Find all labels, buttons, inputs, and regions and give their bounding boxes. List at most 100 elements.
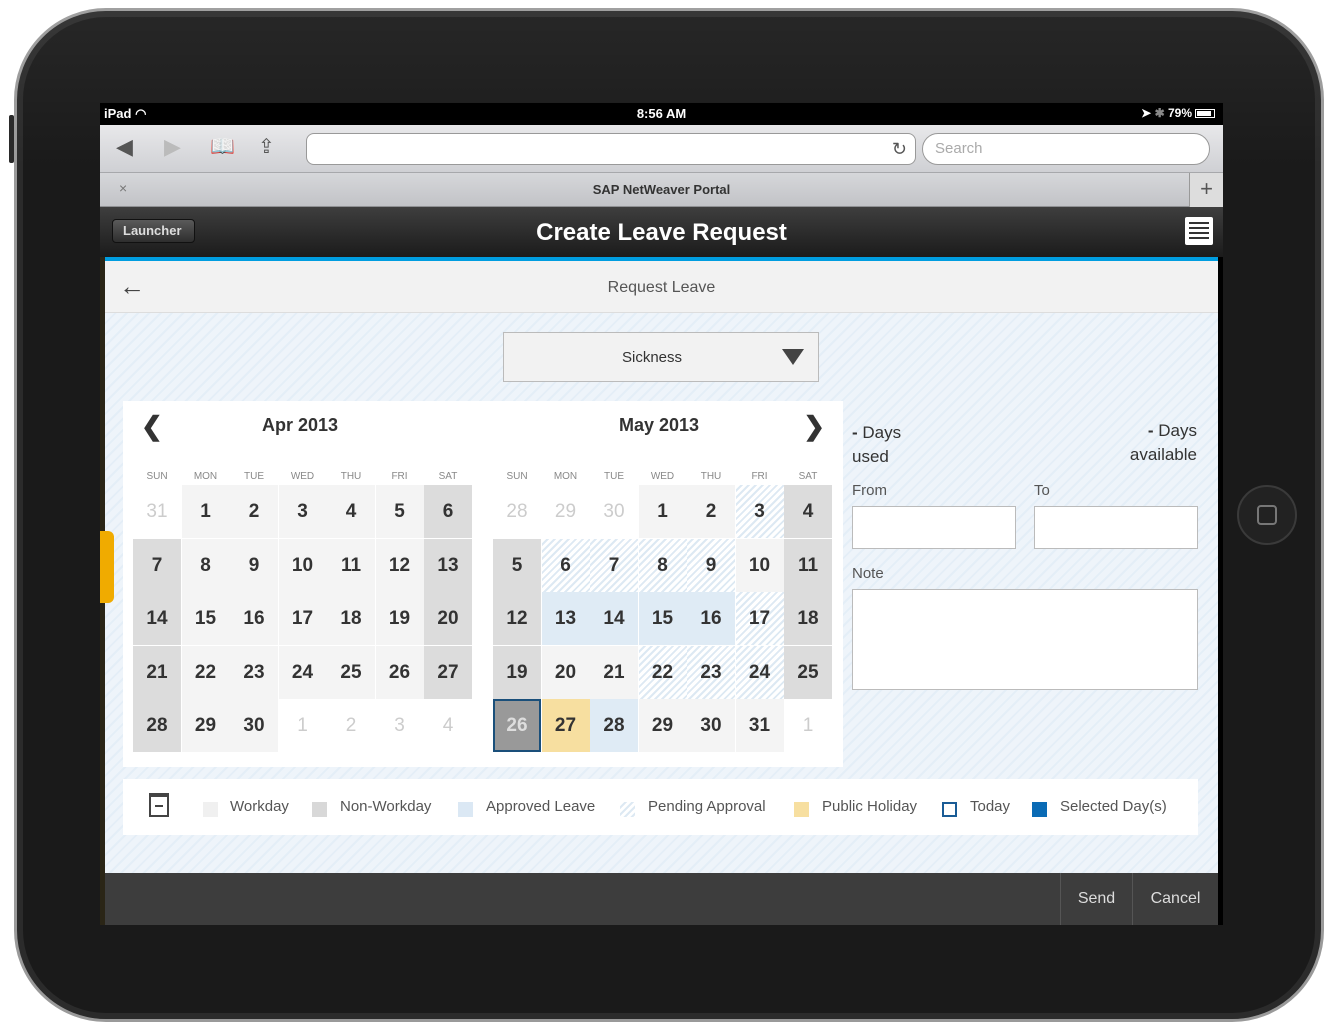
- home-button-icon[interactable]: [1237, 485, 1297, 545]
- calendar-day[interactable]: 10: [278, 538, 327, 592]
- calendar-day[interactable]: 12: [493, 592, 541, 645]
- calendar-day[interactable]: 30: [230, 699, 278, 752]
- calendar-day[interactable]: 5: [375, 485, 424, 538]
- calendar-day[interactable]: 25: [784, 645, 832, 699]
- calendar-day[interactable]: 28: [133, 699, 181, 752]
- calendar-day[interactable]: 20: [541, 645, 590, 699]
- subheader: ← Request Leave: [105, 257, 1218, 313]
- calendar-day[interactable]: 11: [327, 538, 375, 592]
- calendar-day[interactable]: 19: [375, 592, 424, 645]
- calendar-day[interactable]: 1: [638, 485, 687, 538]
- next-month-icon[interactable]: ❯: [803, 411, 825, 442]
- calendar-day[interactable]: 26: [375, 645, 424, 699]
- calendar-day[interactable]: 22: [181, 645, 230, 699]
- calendar-day[interactable]: 3: [375, 699, 424, 752]
- weekday-header: SUN: [506, 471, 528, 482]
- calendar-day[interactable]: 10: [735, 538, 784, 592]
- calendar-day[interactable]: 16: [687, 592, 735, 645]
- calendar-day[interactable]: 20: [424, 592, 472, 645]
- calendar-day[interactable]: 2: [230, 485, 278, 538]
- calendar-day[interactable]: 30: [687, 699, 735, 752]
- calendar-day[interactable]: 8: [638, 538, 687, 592]
- calendar-day[interactable]: 3: [735, 485, 784, 538]
- calendar-day[interactable]: 19: [493, 645, 541, 699]
- calendar-day[interactable]: 14: [133, 592, 181, 645]
- calendar-day[interactable]: 29: [638, 699, 687, 752]
- calendar-day[interactable]: 24: [278, 645, 327, 699]
- to-date-field[interactable]: [1034, 506, 1198, 549]
- calendar-day[interactable]: 30: [590, 485, 638, 538]
- calendar-day[interactable]: 15: [181, 592, 230, 645]
- calendar-day[interactable]: 3: [278, 485, 327, 538]
- calendar-day[interactable]: 31: [735, 699, 784, 752]
- days-used-sublabel: used: [852, 447, 889, 466]
- forward-icon[interactable]: ▶: [164, 135, 181, 159]
- calendar-legend-icon[interactable]: [149, 793, 169, 817]
- calendar-day[interactable]: 28: [493, 485, 541, 538]
- calendar-day[interactable]: 7: [133, 538, 181, 592]
- calendar-day[interactable]: 18: [784, 592, 832, 645]
- reload-icon[interactable]: ↻: [892, 139, 907, 160]
- calendar-day[interactable]: 1: [784, 699, 832, 752]
- calendar-day[interactable]: 17: [735, 592, 784, 645]
- share-icon[interactable]: ⇪: [258, 135, 275, 159]
- calendar-day[interactable]: 14: [590, 592, 638, 645]
- from-label: From: [852, 482, 887, 499]
- calendar-day[interactable]: 6: [541, 538, 590, 592]
- calendar-day[interactable]: 11: [784, 538, 832, 592]
- tab-title[interactable]: SAP NetWeaver Portal: [100, 182, 1223, 197]
- url-field[interactable]: ↻: [306, 133, 916, 165]
- calendar-day[interactable]: 5: [493, 538, 541, 592]
- calendar-day[interactable]: 6: [424, 485, 472, 538]
- calendar-day[interactable]: 13: [424, 538, 472, 592]
- calendar-day[interactable]: 27: [424, 645, 472, 699]
- calendar-day[interactable]: 4: [424, 699, 472, 752]
- calendar-day[interactable]: 24: [735, 645, 784, 699]
- search-input[interactable]: Search: [922, 133, 1210, 165]
- calendar-day[interactable]: 29: [181, 699, 230, 752]
- note-textarea[interactable]: [852, 589, 1198, 690]
- calendar-day[interactable]: 29: [541, 485, 590, 538]
- calendar-day[interactable]: 21: [590, 645, 638, 699]
- calendar-day[interactable]: 18: [327, 592, 375, 645]
- calendar-day[interactable]: 1: [181, 485, 230, 538]
- calendar-day[interactable]: 27: [541, 699, 590, 752]
- back-icon[interactable]: ◀: [116, 135, 133, 159]
- new-tab-button[interactable]: +: [1189, 173, 1223, 207]
- menu-icon[interactable]: [1185, 217, 1213, 245]
- leave-type-select[interactable]: Sickness: [503, 332, 819, 382]
- from-date-field[interactable]: [852, 506, 1016, 549]
- calendar-day[interactable]: 25: [327, 645, 375, 699]
- send-button[interactable]: Send: [1060, 873, 1132, 925]
- calendar-day[interactable]: 21: [133, 645, 181, 699]
- side-tab-handle[interactable]: [100, 531, 114, 603]
- calendar-day[interactable]: 28: [590, 699, 638, 752]
- calendar-day[interactable]: 2: [327, 699, 375, 752]
- bookmarks-icon[interactable]: 📖: [210, 135, 235, 159]
- calendar-day[interactable]: 9: [687, 538, 735, 592]
- calendar-day[interactable]: 26: [493, 699, 541, 752]
- calendar-day[interactable]: 4: [327, 485, 375, 538]
- calendar-day[interactable]: 17: [278, 592, 327, 645]
- dropdown-arrow-icon[interactable]: [782, 349, 804, 365]
- calendar-day[interactable]: 16: [230, 592, 278, 645]
- calendar-day[interactable]: 23: [687, 645, 735, 699]
- days-used-value: -: [852, 423, 858, 442]
- calendar-day[interactable]: 12: [375, 538, 424, 592]
- calendar-day[interactable]: 2: [687, 485, 735, 538]
- legend-label-workday: Workday: [230, 798, 289, 815]
- weekday-header: THU: [700, 471, 722, 482]
- calendar-day[interactable]: 1: [278, 699, 327, 752]
- weekday-header: WED: [290, 471, 315, 482]
- prev-month-icon[interactable]: ❮: [141, 411, 163, 442]
- calendar-day[interactable]: 31: [133, 485, 181, 538]
- calendar-day[interactable]: 9: [230, 538, 278, 592]
- calendar-day[interactable]: 7: [590, 538, 638, 592]
- calendar-day[interactable]: 8: [181, 538, 230, 592]
- calendar-day[interactable]: 22: [638, 645, 687, 699]
- cancel-button[interactable]: Cancel: [1132, 873, 1218, 925]
- calendar-day[interactable]: 4: [784, 485, 832, 538]
- calendar-day[interactable]: 15: [638, 592, 687, 645]
- calendar-day[interactable]: 23: [230, 645, 278, 699]
- calendar-day[interactable]: 13: [541, 592, 590, 645]
